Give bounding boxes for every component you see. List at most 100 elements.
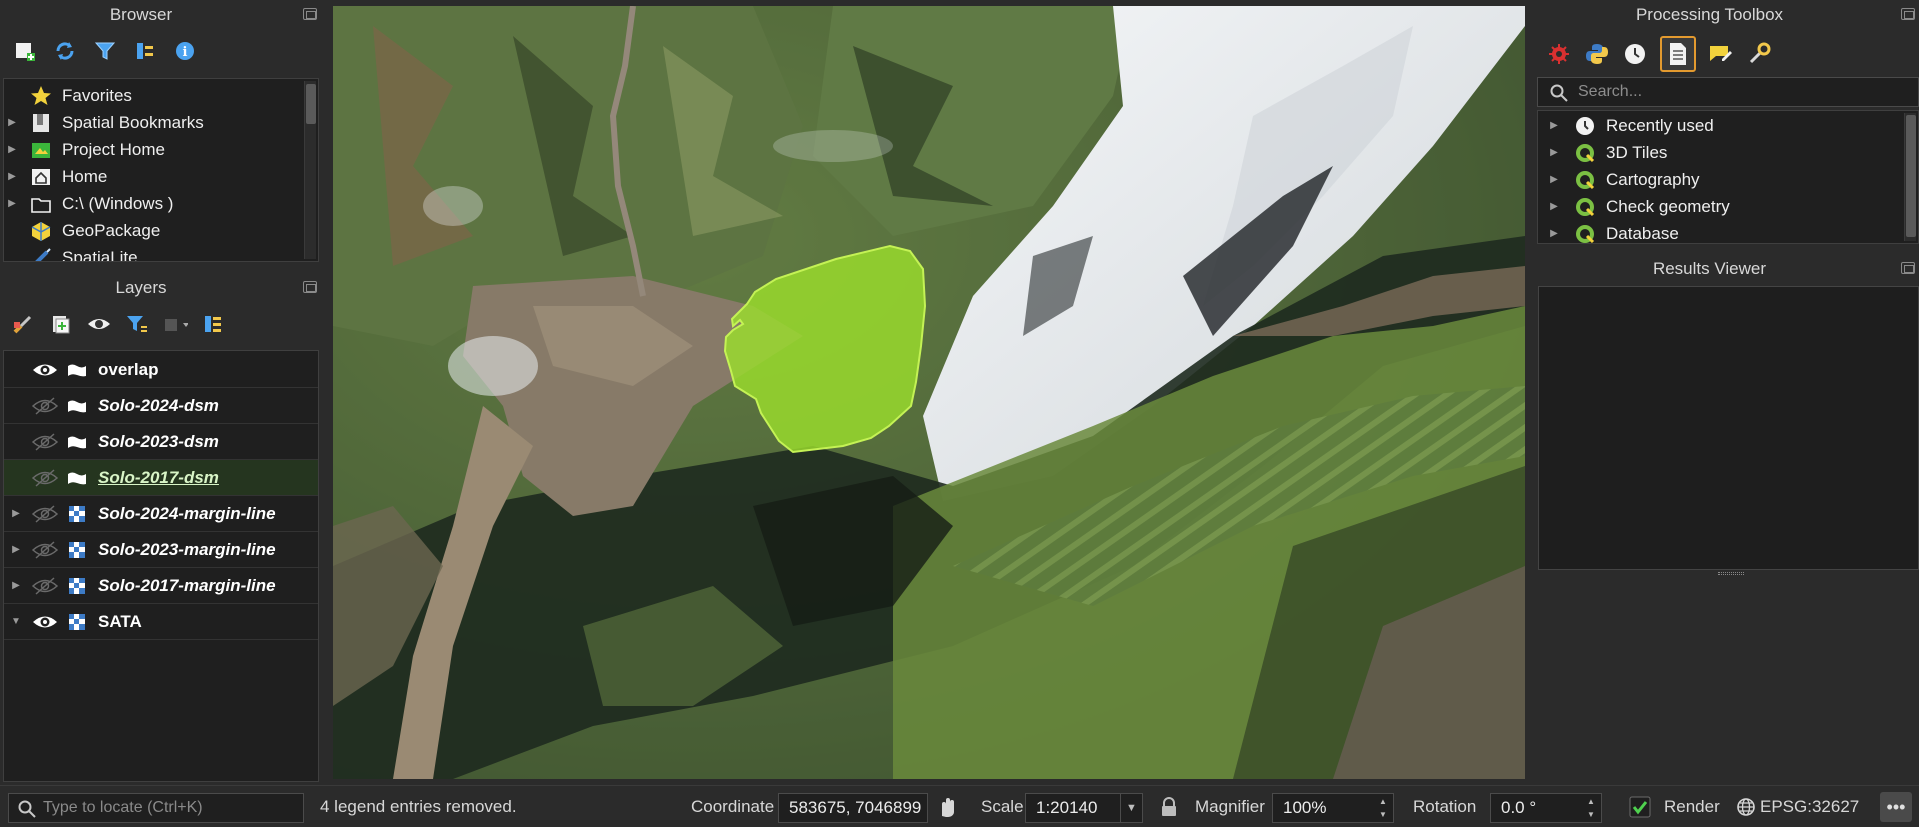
filter-expression-icon[interactable]: [162, 311, 188, 337]
python-icon[interactable]: [1584, 41, 1610, 67]
raster-layer-icon: [66, 577, 88, 595]
browser-item[interactable]: SpatiaLite: [4, 244, 318, 262]
search-placeholder: Search...: [1578, 83, 1643, 100]
render-checkbox[interactable]: [1629, 786, 1651, 827]
expand-arrow-icon[interactable]: ▶: [4, 198, 20, 209]
toggle-extents-icon[interactable]: [936, 786, 958, 827]
expand-arrow-icon[interactable]: ▶: [4, 171, 20, 182]
collapse-all-icon[interactable]: [132, 38, 158, 64]
rotation-label: Rotation: [1413, 797, 1477, 816]
history-icon[interactable]: [1622, 41, 1648, 67]
layer-item[interactable]: ▶ Solo-2024-margin-line: [4, 496, 318, 532]
toolbox-provider[interactable]: ▶ 3D Tiles: [1538, 139, 1918, 166]
locator-input[interactable]: Type to locate (Ctrl+K): [8, 793, 304, 823]
toolbox-tree: ▶ Recently used ▶ 3D Tiles ▶ Cartography ▶ Chec…: [1537, 110, 1919, 244]
results-viewer-icon[interactable]: [1660, 36, 1696, 72]
browser-scrollbar[interactable]: [304, 81, 316, 259]
style-brush-icon[interactable]: [10, 311, 36, 337]
magnifier-spinner[interactable]: ▲ ▼: [1377, 797, 1389, 819]
options-wrench-icon[interactable]: [1746, 41, 1772, 67]
expand-arrow-icon[interactable]: ▶: [4, 144, 20, 155]
coordinate-field[interactable]: 583675, 7046899: [778, 793, 928, 823]
visibility-eye-off-icon[interactable]: [32, 396, 58, 415]
expand-arrow-icon[interactable]: ▶: [8, 508, 24, 519]
visibility-eye-off-icon[interactable]: [32, 504, 58, 523]
layer-item[interactable]: Solo-2024-dsm: [4, 388, 318, 424]
expand-arrow-icon[interactable]: ▶: [1546, 228, 1562, 239]
toolbox-provider-label: Cartography: [1606, 169, 1700, 189]
layer-item[interactable]: Solo-2017-dsm: [4, 460, 318, 496]
polygon-layer-icon: [66, 397, 88, 415]
toolbox-provider-label: 3D Tiles: [1606, 142, 1668, 162]
layer-item[interactable]: overlap: [4, 352, 318, 388]
info-icon[interactable]: i: [172, 38, 198, 64]
splitter-handle[interactable]: [1718, 572, 1744, 575]
toolbox-search-input[interactable]: Search...: [1537, 77, 1919, 107]
expand-arrow-icon[interactable]: ▶: [1546, 147, 1562, 158]
add-group-icon[interactable]: [48, 311, 74, 337]
browser-item[interactable]: GeoPackage: [4, 217, 318, 244]
browser-item[interactable]: Favorites: [4, 82, 318, 109]
expand-arrow-icon[interactable]: ▶: [1546, 201, 1562, 212]
manage-visibility-icon[interactable]: [86, 311, 112, 337]
models-icon[interactable]: [1546, 41, 1572, 67]
bookmark-icon: [30, 112, 52, 134]
filter-icon[interactable]: [92, 38, 118, 64]
expand-all-icon[interactable]: [200, 311, 226, 337]
map-canvas[interactable]: [333, 6, 1525, 779]
lock-scale-icon[interactable]: [1160, 786, 1178, 827]
expand-arrow-icon[interactable]: ▼: [8, 616, 24, 627]
polygon-layer-icon: [66, 433, 88, 451]
visibility-eye-off-icon[interactable]: [32, 468, 58, 487]
rotation-field[interactable]: 0.0 ° ▲ ▼: [1490, 793, 1602, 823]
layer-item[interactable]: ▶ Solo-2017-margin-line: [4, 568, 318, 604]
edit-features-icon[interactable]: [1708, 41, 1734, 67]
browser-item[interactable]: ▶ Spatial Bookmarks: [4, 109, 318, 136]
expand-arrow-icon[interactable]: ▶: [8, 580, 24, 591]
browser-float-button[interactable]: [303, 8, 317, 20]
visibility-eye-off-icon[interactable]: [32, 432, 58, 451]
layers-tree: overlap Solo-2024-dsm Solo-2023-dsm Solo-20…: [3, 350, 319, 782]
toolbox-provider[interactable]: ▶ Database: [1538, 220, 1918, 243]
layer-name: Solo-2023-dsm: [98, 431, 219, 451]
layer-item[interactable]: ▶ Solo-2023-margin-line: [4, 532, 318, 568]
toolbox-provider[interactable]: ▶ Cartography: [1538, 166, 1918, 193]
expand-arrow-icon[interactable]: ▶: [1546, 120, 1562, 131]
add-layer-icon[interactable]: [12, 38, 38, 64]
crs-button[interactable]: EPSG:32627: [1736, 786, 1859, 827]
browser-item[interactable]: ▶ Project Home: [4, 136, 318, 163]
magnifier-field[interactable]: 100% ▲ ▼: [1272, 793, 1394, 823]
toolbox-float-button[interactable]: [1901, 8, 1915, 20]
browser-scroll-thumb[interactable]: [306, 84, 316, 124]
toolbox-scrollbar[interactable]: [1904, 113, 1916, 241]
layers-float-button[interactable]: [303, 281, 317, 293]
browser-item-label: SpatiaLite: [62, 247, 138, 262]
toolbox-provider[interactable]: ▶ Check geometry: [1538, 193, 1918, 220]
results-float-button[interactable]: [1901, 262, 1915, 274]
expand-arrow-icon[interactable]: ▶: [8, 544, 24, 555]
filter-legend-icon[interactable]: [124, 311, 150, 337]
toolbox-scroll-thumb[interactable]: [1906, 115, 1916, 237]
toolbox-provider[interactable]: ▶ Recently used: [1538, 112, 1918, 139]
visibility-eye-off-icon[interactable]: [32, 576, 58, 595]
polygon-layer-icon: [66, 469, 88, 487]
scale-field[interactable]: 1:20140 ▼: [1025, 793, 1143, 823]
browser-item[interactable]: ▶ Home: [4, 163, 318, 190]
locator-placeholder: Type to locate (Ctrl+K): [43, 799, 203, 816]
visibility-eye-off-icon[interactable]: [32, 540, 58, 559]
messages-button[interactable]: •••: [1880, 792, 1912, 822]
expand-arrow-icon[interactable]: ▶: [4, 117, 20, 128]
layer-item[interactable]: ▼ SATA: [4, 604, 318, 640]
browser-item[interactable]: ▶ C:\ (Windows ): [4, 190, 318, 217]
visibility-eye-icon[interactable]: [32, 361, 58, 379]
layer-name: Solo-2023-margin-line: [98, 539, 276, 559]
magnifier-value: 100%: [1283, 798, 1327, 817]
toolbox-panel-title: Processing Toolbox: [1635, 5, 1784, 24]
expand-arrow-icon[interactable]: ▶: [1546, 174, 1562, 185]
refresh-icon[interactable]: [52, 38, 78, 64]
rotation-spinner[interactable]: ▲ ▼: [1585, 797, 1597, 819]
visibility-eye-icon[interactable]: [32, 613, 58, 631]
scale-label: Scale: [981, 797, 1024, 816]
layer-item[interactable]: Solo-2023-dsm: [4, 424, 318, 460]
scale-dropdown-icon[interactable]: ▼: [1120, 794, 1142, 822]
